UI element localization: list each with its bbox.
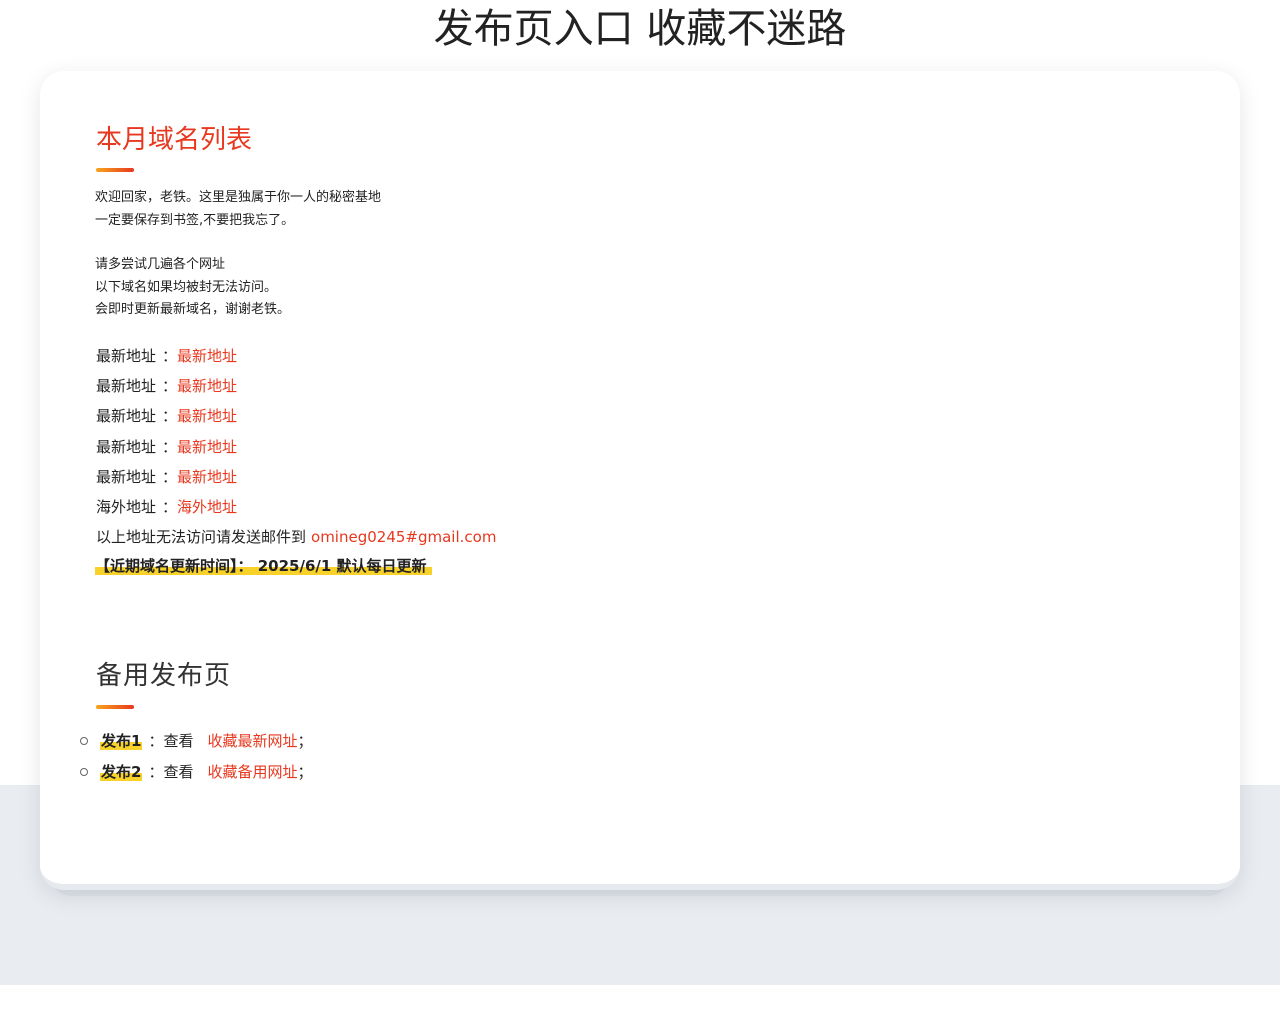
- list-item: 发布2 ：查看 收藏备用网址；: [80, 757, 312, 788]
- page-title: 发布页入口 收藏不迷路: [433, 6, 847, 52]
- address-separator: ：: [162, 467, 178, 486]
- email-link[interactable]: omineg0245#gmail.com: [311, 528, 496, 546]
- address-label: 最新地址: [96, 467, 157, 486]
- domain-list-title: 本月域名列表: [96, 125, 253, 155]
- address-separator: ：: [162, 377, 178, 396]
- address-separator: ：: [162, 437, 178, 456]
- title-accent-bar: [96, 168, 134, 172]
- address-separator: ：: [162, 407, 178, 426]
- latest-address-link[interactable]: 最新地址: [177, 438, 237, 456]
- publish-separator: ：查看: [148, 763, 194, 781]
- list-item: 发布1 ：查看 收藏最新网址；: [80, 726, 312, 757]
- intro-line: 以下域名如果均被封无法访问。: [95, 279, 278, 295]
- address-row: 海外地址 ：海外地址: [96, 492, 496, 522]
- email-prefix: 以上地址无法访问请发送邮件到: [96, 528, 307, 547]
- address-row: 最新地址 ：最新地址: [96, 462, 496, 492]
- latest-address-link[interactable]: 最新地址: [177, 377, 237, 395]
- publish-end: ；: [297, 763, 313, 781]
- bookmark-latest-link[interactable]: 收藏最新网址: [207, 732, 297, 750]
- intro-spacer: [95, 232, 381, 254]
- circle-bullet-icon: [80, 737, 88, 745]
- intro-line: 请多尝试几遍各个网址: [95, 257, 226, 272]
- backup-pages-title: 备用发布页: [96, 661, 232, 691]
- intro-text: 欢迎回家，老铁。这里是独属于你一人的秘密基地 一定要保存到书签,不要把我忘了。 …: [95, 187, 381, 322]
- address-row: 最新地址 ：最新地址: [96, 341, 496, 371]
- latest-address-link[interactable]: 最新地址: [177, 347, 237, 365]
- content-card: 本月域名列表 欢迎回家，老铁。这里是独属于你一人的秘密基地 一定要保存到书签,不…: [40, 71, 1240, 890]
- address-row: 最新地址 ：最新地址: [96, 432, 496, 462]
- address-row: 最新地址 ：最新地址: [96, 401, 496, 431]
- publish-name: 发布1: [100, 732, 143, 750]
- address-label: 最新地址: [96, 377, 157, 396]
- update-notice-text: 【近期域名更新时间】： 2025/6/1 默认每日更新: [95, 557, 432, 575]
- address-list: 最新地址 ：最新地址 最新地址 ：最新地址 最新地址 ：最新地址 最新地址 ：最新地址 …: [96, 341, 496, 552]
- address-label: 海外地址: [96, 498, 157, 517]
- bookmark-backup-link[interactable]: 收藏备用网址: [207, 763, 297, 781]
- backup-list: 发布1 ：查看 收藏最新网址； 发布2 ：查看 收藏备用网址；: [80, 726, 312, 788]
- email-row: 以上地址无法访问请发送邮件到 omineg0245#gmail.com: [96, 522, 496, 552]
- publish-separator: ：查看: [148, 732, 194, 750]
- title-accent-bar: [96, 705, 134, 709]
- address-label: 最新地址: [96, 407, 157, 426]
- address-label: 最新地址: [96, 347, 157, 365]
- publish-end: ；: [297, 732, 313, 750]
- address-label: 最新地址: [96, 437, 157, 456]
- overseas-address-link[interactable]: 海外地址: [177, 498, 237, 516]
- circle-bullet-icon: [80, 768, 88, 776]
- latest-address-link[interactable]: 最新地址: [177, 407, 237, 425]
- address-row: 最新地址 ：最新地址: [96, 371, 496, 401]
- intro-line: 一定要保存到书签,不要把我忘了。: [95, 212, 295, 228]
- intro-line: 会即时更新最新域名，谢谢老铁。: [95, 302, 291, 317]
- address-separator: ：: [162, 498, 178, 517]
- update-notice: 【近期域名更新时间】： 2025/6/1 默认每日更新: [95, 555, 432, 577]
- intro-line: 欢迎回家，老铁。这里是独属于你一人的秘密基地: [95, 190, 382, 205]
- address-separator: ：: [162, 347, 178, 365]
- latest-address-link[interactable]: 最新地址: [177, 468, 237, 486]
- publish-name: 发布2: [100, 763, 143, 781]
